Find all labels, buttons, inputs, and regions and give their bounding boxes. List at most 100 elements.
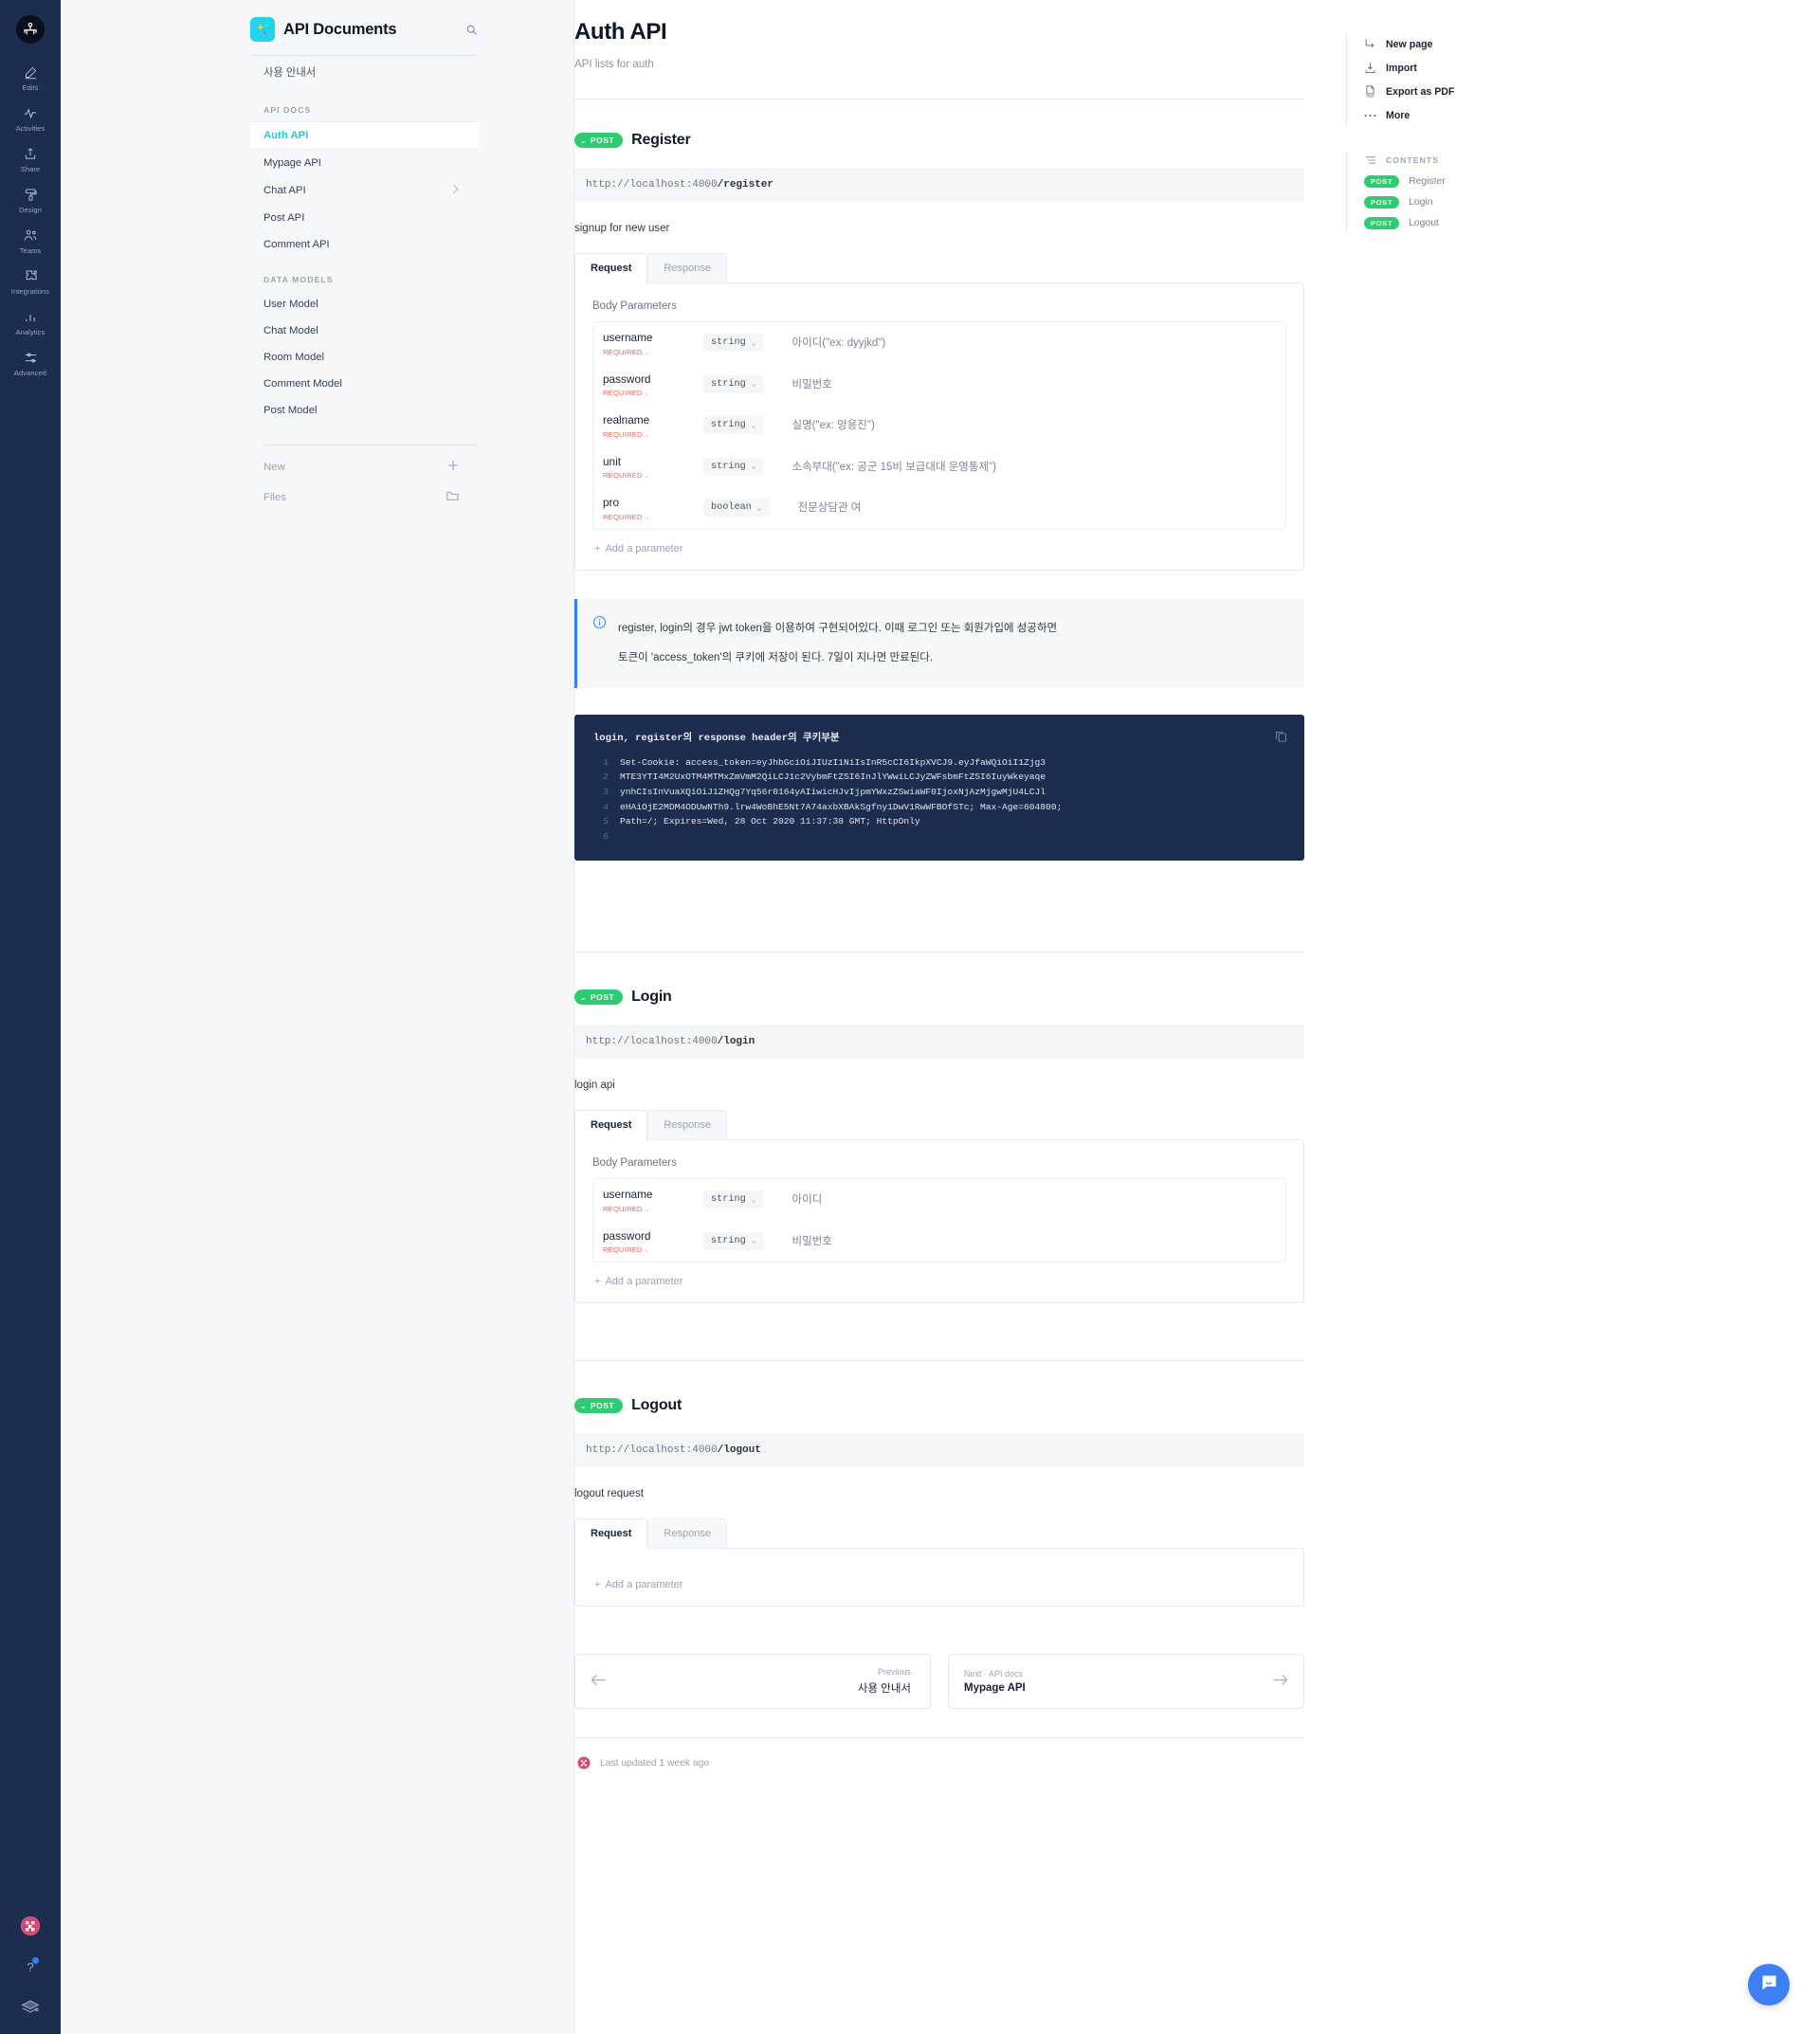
rail-item-activities[interactable]: Activities <box>0 105 61 133</box>
rail-item-share[interactable]: Share <box>0 146 61 173</box>
parameter-name: realname <box>603 413 650 427</box>
sidebar-item-chat-model[interactable]: Chat Model <box>250 318 478 344</box>
previous-page-link[interactable]: Previous 사용 안내서 <box>574 1654 931 1710</box>
plus-icon: + <box>594 1276 601 1288</box>
parameter-type-value: string <box>711 1194 746 1206</box>
toc-item-logout[interactable]: POST Logout <box>1364 212 1744 233</box>
plus-icon[interactable] <box>447 460 459 474</box>
next-page-link[interactable]: Next · API docs Mypage API <box>948 1654 1304 1710</box>
parameter-name-cell: unit REQUIRED ⌄ <box>601 455 703 480</box>
parameter-required-badge[interactable]: REQUIRED ⌄ <box>603 471 703 480</box>
parameter-row: pro REQUIRED ⌄ boolean ⌄ 전문상담관 여 <box>593 487 1285 529</box>
app-rail: Edits Activities Share Design Teams Integrati… <box>0 0 61 2034</box>
search-icon[interactable] <box>465 24 478 36</box>
rail-item-integrations[interactable]: Integrations <box>0 268 61 296</box>
plus-icon: + <box>594 542 601 554</box>
tab-request[interactable]: Request <box>574 1518 648 1550</box>
add-parameter-button[interactable]: + Add a parameter <box>592 1579 1286 1590</box>
parameter-required-badge[interactable]: REQUIRED ⌄ <box>603 348 703 356</box>
sidebar-item-label: User Model <box>264 299 318 310</box>
sidebar-item-room-model[interactable]: Room Model <box>250 344 478 371</box>
parameter-required-badge[interactable]: REQUIRED ⌄ <box>603 1205 703 1213</box>
parameter-required-badge[interactable]: REQUIRED ⌄ <box>603 430 703 439</box>
parameter-description: 비밀번호 <box>792 378 832 390</box>
tab-response[interactable]: Response <box>647 1518 727 1550</box>
rail-avatar[interactable] <box>21 1916 40 1935</box>
sidebar-footer-files[interactable]: Files <box>250 482 478 513</box>
list-lines-icon <box>1364 155 1376 165</box>
parameter-name: password <box>603 1228 651 1243</box>
tab-request[interactable]: Request <box>574 1110 648 1141</box>
sidebar-item-post-api[interactable]: Post API <box>250 205 478 231</box>
method-badge[interactable]: ⌄ POST <box>574 133 624 148</box>
parameter-type-select[interactable]: string ⌄ <box>703 416 764 435</box>
sidebar-item-guide[interactable]: 사용 안내서 <box>250 56 478 88</box>
parameter-required-badge[interactable]: REQUIRED ⌄ <box>603 513 703 521</box>
intercom-chat-button[interactable] <box>1748 1964 1790 2006</box>
sidebar-item-chat-api[interactable]: Chat API <box>250 176 478 205</box>
sidebar-item-post-model[interactable]: Post Model <box>250 397 478 424</box>
new-page-icon <box>1364 38 1376 50</box>
rail-item-teams[interactable]: Teams <box>0 227 61 255</box>
code-line-number: 6 <box>603 830 609 842</box>
endpoint-divider <box>574 1360 1304 1362</box>
parameter-type-select[interactable]: string ⌄ <box>703 457 764 476</box>
parameter-type-select[interactable]: string ⌄ <box>703 374 764 393</box>
action-export-as-pdf[interactable]: PDF Export as PDF <box>1364 80 1744 104</box>
code-line-text: MTE3YTI4M2UxOTM4MTMxZmVmM2QiLCJ1c2VybmFt… <box>620 772 1046 783</box>
toc-item-login[interactable]: POST Login <box>1364 191 1744 212</box>
rail-item-label: Design <box>19 206 42 214</box>
method-badge[interactable]: ⌄ POST <box>574 1398 624 1414</box>
books-stack-icon[interactable] <box>21 1999 40 2019</box>
endpoint-tabs: Request Response <box>574 1518 1304 1550</box>
parameter-type-select[interactable]: boolean ⌄ <box>703 499 770 518</box>
parameters-table: username REQUIRED ⌄ string ⌄ 아이디("ex: dyyjkd"… <box>592 321 1286 530</box>
sidebar-item-user-model[interactable]: User Model <box>250 291 478 318</box>
parameter-row: password REQUIRED ⌄ string ⌄ 비밀번호 <box>593 1221 1285 1262</box>
sidebar-footer-new[interactable]: New <box>250 451 478 482</box>
method-badge[interactable]: ⌄ POST <box>574 990 624 1006</box>
tab-response[interactable]: Response <box>647 253 727 283</box>
tab-request[interactable]: Request <box>574 253 648 283</box>
code-block-title: login, register의 response header의 쿠키부분 <box>593 732 840 744</box>
parameter-name-cell: username REQUIRED ⌄ <box>601 1189 703 1213</box>
parameter-type-select[interactable]: string ⌄ <box>703 334 764 352</box>
contents-title: CONTENTS <box>1386 155 1440 165</box>
sidebar-item-auth-api[interactable]: Auth API <box>250 121 479 150</box>
sidebar-item-comment-model[interactable]: Comment Model <box>250 371 478 397</box>
parameter-required-badge[interactable]: REQUIRED ⌄ <box>603 389 703 397</box>
copy-icon[interactable] <box>1275 730 1287 747</box>
sidebar-item-label: Mypage API <box>264 157 321 169</box>
sidebar-item-mypage-api[interactable]: Mypage API <box>250 150 478 176</box>
toc-item-register[interactable]: POST Register <box>1364 171 1744 191</box>
sidebar-item-comment-api[interactable]: Comment API <box>250 231 478 258</box>
toc-label: Login <box>1409 196 1433 208</box>
action-more[interactable]: More <box>1364 104 1744 127</box>
add-parameter-label: Add a parameter <box>605 1276 683 1288</box>
folder-icon[interactable] <box>446 491 459 504</box>
parameter-required-badge[interactable]: REQUIRED ⌄ <box>603 1245 703 1254</box>
help-button[interactable]: ? <box>27 1957 39 1974</box>
app-logo-icon[interactable] <box>16 15 45 44</box>
activity-pulse-icon <box>23 105 38 121</box>
add-parameter-button[interactable]: + Add a parameter <box>592 543 1286 554</box>
rail-item-advanced[interactable]: Advanced <box>0 350 61 377</box>
action-import[interactable]: Import <box>1364 56 1744 80</box>
required-label: REQUIRED <box>603 347 643 356</box>
chevron-right-icon[interactable] <box>452 184 459 197</box>
sliders-icon <box>24 350 38 366</box>
endpoint-url: http://localhost:4000/register <box>574 168 1304 202</box>
add-parameter-button[interactable]: + Add a parameter <box>592 1276 1286 1287</box>
tab-response[interactable]: Response <box>647 1110 727 1141</box>
parameter-name-cell: pro REQUIRED ⌄ <box>601 497 703 521</box>
parameter-type-select[interactable]: string ⌄ <box>703 1190 764 1209</box>
parameter-description: 소속부대("ex: 공군 15비 보급대대 운영통제") <box>792 461 996 473</box>
rail-item-edits[interactable]: Edits <box>0 64 61 92</box>
action-new-page[interactable]: New page <box>1364 32 1744 56</box>
parameter-name-cell: password REQUIRED ⌄ <box>601 372 703 397</box>
endpoint-header: ⌄ POST Logout <box>574 1397 1304 1414</box>
rail-item-design[interactable]: Design <box>0 187 61 214</box>
rail-item-analytics[interactable]: Analytics <box>0 309 61 336</box>
parameter-type-select[interactable]: string ⌄ <box>703 1231 764 1250</box>
url-base: http://localhost:4000 <box>586 1444 718 1457</box>
